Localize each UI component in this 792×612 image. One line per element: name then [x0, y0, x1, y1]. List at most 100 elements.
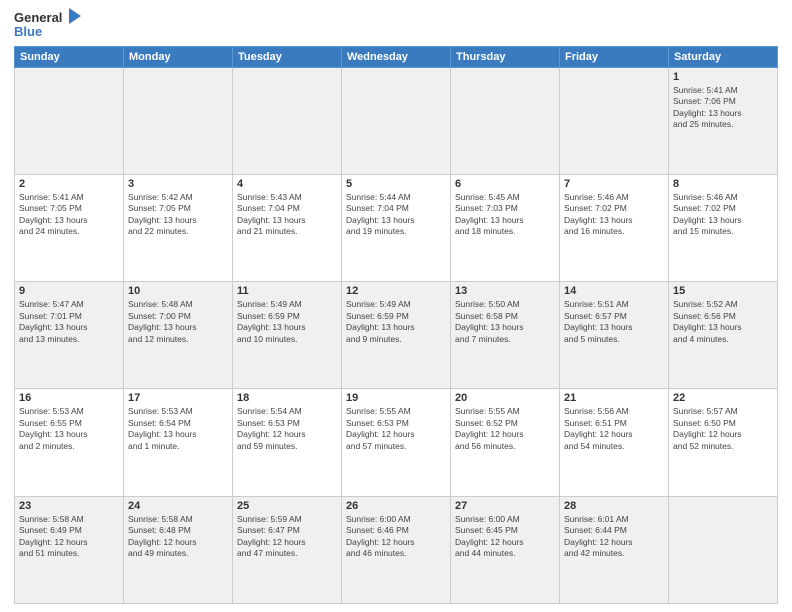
day-number: 20 — [455, 392, 555, 404]
day-number: 14 — [564, 285, 664, 297]
calendar-week-row: 1 Sunrise: 5:41 AM Sunset: 7:06 PM Daylig… — [15, 67, 778, 174]
calendar-cell: 22 Sunrise: 5:57 AM Sunset: 6:50 PM Dayli… — [669, 389, 778, 496]
logo-blue-text: Blue — [14, 25, 80, 39]
day-number: 17 — [128, 392, 228, 404]
header-wednesday: Wednesday — [342, 46, 451, 67]
calendar-cell: 24 Sunrise: 5:58 AM Sunset: 6:48 PM Dayli… — [124, 496, 233, 603]
calendar-cell — [342, 67, 451, 174]
day-info: Sunrise: 5:53 AM Sunset: 6:55 PM Dayligh… — [19, 406, 119, 452]
day-info: Sunrise: 5:59 AM Sunset: 6:47 PM Dayligh… — [237, 514, 337, 560]
calendar-week-row: 2 Sunrise: 5:41 AM Sunset: 7:05 PM Daylig… — [15, 174, 778, 281]
calendar-cell: 23Sunrise: 5:58 AM Sunset: 6:49 PM Dayli… — [15, 496, 124, 603]
day-number: 16 — [19, 392, 119, 404]
calendar-cell: 2 Sunrise: 5:41 AM Sunset: 7:05 PM Daylig… — [15, 174, 124, 281]
calendar-cell: 28 Sunrise: 6:01 AM Sunset: 6:44 PM Dayli… — [560, 496, 669, 603]
day-info: Sunrise: 5:41 AM Sunset: 7:06 PM Dayligh… — [673, 85, 773, 131]
day-number: 11 — [237, 285, 337, 297]
calendar-cell: 3 Sunrise: 5:42 AM Sunset: 7:05 PM Daylig… — [124, 174, 233, 281]
calendar-cell — [669, 496, 778, 603]
day-number: 2 — [19, 178, 119, 190]
calendar-cell: 13 Sunrise: 5:50 AM Sunset: 6:58 PM Dayli… — [451, 282, 560, 389]
day-info: Sunrise: 5:55 AM Sunset: 6:52 PM Dayligh… — [455, 406, 555, 452]
calendar-cell: 4 Sunrise: 5:43 AM Sunset: 7:04 PM Daylig… — [233, 174, 342, 281]
calendar-cell: 14 Sunrise: 5:51 AM Sunset: 6:57 PM Dayli… — [560, 282, 669, 389]
day-number: 15 — [673, 285, 773, 297]
day-info: Sunrise: 5:50 AM Sunset: 6:58 PM Dayligh… — [455, 299, 555, 345]
calendar-cell — [451, 67, 560, 174]
day-number: 4 — [237, 178, 337, 190]
day-number: 12 — [346, 285, 446, 297]
day-info: Sunrise: 5:48 AM Sunset: 7:00 PM Dayligh… — [128, 299, 228, 345]
page: General Blue Sunday Monday Tuesday Wedne… — [0, 0, 792, 612]
calendar-cell: 18 Sunrise: 5:54 AM Sunset: 6:53 PM Dayli… — [233, 389, 342, 496]
day-info: Sunrise: 6:01 AM Sunset: 6:44 PM Dayligh… — [564, 514, 664, 560]
header-sunday: Sunday — [15, 46, 124, 67]
day-info: Sunrise: 6:00 AM Sunset: 6:46 PM Dayligh… — [346, 514, 446, 560]
day-number: 22 — [673, 392, 773, 404]
day-info: Sunrise: 5:57 AM Sunset: 6:50 PM Dayligh… — [673, 406, 773, 452]
day-info: Sunrise: 5:42 AM Sunset: 7:05 PM Dayligh… — [128, 192, 228, 238]
day-number: 21 — [564, 392, 664, 404]
header: General Blue — [14, 10, 778, 40]
calendar-week-row: 9 Sunrise: 5:47 AM Sunset: 7:01 PM Daylig… — [15, 282, 778, 389]
day-number: 3 — [128, 178, 228, 190]
day-info: Sunrise: 5:46 AM Sunset: 7:02 PM Dayligh… — [564, 192, 664, 238]
day-number: 26 — [346, 500, 446, 512]
day-info: Sunrise: 5:43 AM Sunset: 7:04 PM Dayligh… — [237, 192, 337, 238]
calendar-cell: 17 Sunrise: 5:53 AM Sunset: 6:54 PM Dayli… — [124, 389, 233, 496]
day-number: 28 — [564, 500, 664, 512]
header-saturday: Saturday — [669, 46, 778, 67]
calendar-cell: 8 Sunrise: 5:46 AM Sunset: 7:02 PM Daylig… — [669, 174, 778, 281]
day-number: 27 — [455, 500, 555, 512]
day-number: 9 — [19, 285, 119, 297]
day-info: Sunrise: 5:58 AM Sunset: 6:48 PM Dayligh… — [128, 514, 228, 560]
day-info: Sunrise: 5:47 AM Sunset: 7:01 PM Dayligh… — [19, 299, 119, 345]
calendar-cell: 7 Sunrise: 5:46 AM Sunset: 7:02 PM Daylig… — [560, 174, 669, 281]
day-info: Sunrise: 5:45 AM Sunset: 7:03 PM Dayligh… — [455, 192, 555, 238]
day-number: 7 — [564, 178, 664, 190]
day-info: Sunrise: 5:52 AM Sunset: 6:56 PM Dayligh… — [673, 299, 773, 345]
calendar-cell: 19Sunrise: 5:55 AM Sunset: 6:53 PM Dayli… — [342, 389, 451, 496]
day-number: 13 — [455, 285, 555, 297]
calendar-cell — [15, 67, 124, 174]
day-number: 8 — [673, 178, 773, 190]
calendar-cell — [124, 67, 233, 174]
day-info: Sunrise: 5:54 AM Sunset: 6:53 PM Dayligh… — [237, 406, 337, 452]
calendar-cell: 5Sunrise: 5:44 AM Sunset: 7:04 PM Daylig… — [342, 174, 451, 281]
day-number: 1 — [673, 71, 773, 83]
day-number: 18 — [237, 392, 337, 404]
header-tuesday: Tuesday — [233, 46, 342, 67]
header-thursday: Thursday — [451, 46, 560, 67]
weekday-header-row: Sunday Monday Tuesday Wednesday Thursday… — [15, 46, 778, 67]
calendar-cell: 1 Sunrise: 5:41 AM Sunset: 7:06 PM Daylig… — [669, 67, 778, 174]
day-info: Sunrise: 5:46 AM Sunset: 7:02 PM Dayligh… — [673, 192, 773, 238]
calendar-cell: 15 Sunrise: 5:52 AM Sunset: 6:56 PM Dayli… — [669, 282, 778, 389]
day-info: Sunrise: 5:55 AM Sunset: 6:53 PM Dayligh… — [346, 406, 446, 452]
day-info: Sunrise: 5:53 AM Sunset: 6:54 PM Dayligh… — [128, 406, 228, 452]
day-info: Sunrise: 5:49 AM Sunset: 6:59 PM Dayligh… — [237, 299, 337, 345]
day-info: Sunrise: 5:44 AM Sunset: 7:04 PM Dayligh… — [346, 192, 446, 238]
calendar-cell: 27 Sunrise: 6:00 AM Sunset: 6:45 PM Dayli… — [451, 496, 560, 603]
calendar-cell: 16 Sunrise: 5:53 AM Sunset: 6:55 PM Dayli… — [15, 389, 124, 496]
logo: General Blue — [14, 10, 80, 40]
calendar-cell: 11 Sunrise: 5:49 AM Sunset: 6:59 PM Dayli… — [233, 282, 342, 389]
calendar-cell — [233, 67, 342, 174]
calendar-cell: 21Sunrise: 5:56 AM Sunset: 6:51 PM Dayli… — [560, 389, 669, 496]
calendar-cell: 26 Sunrise: 6:00 AM Sunset: 6:46 PM Dayli… — [342, 496, 451, 603]
calendar-cell: 6 Sunrise: 5:45 AM Sunset: 7:03 PM Daylig… — [451, 174, 560, 281]
calendar-cell — [560, 67, 669, 174]
calendar-cell: 12 Sunrise: 5:49 AM Sunset: 6:59 PM Dayli… — [342, 282, 451, 389]
day-info: Sunrise: 5:49 AM Sunset: 6:59 PM Dayligh… — [346, 299, 446, 345]
logo-general-text: General — [14, 10, 80, 25]
day-number: 24 — [128, 500, 228, 512]
day-info: Sunrise: 5:41 AM Sunset: 7:05 PM Dayligh… — [19, 192, 119, 238]
day-number: 10 — [128, 285, 228, 297]
day-info: Sunrise: 6:00 AM Sunset: 6:45 PM Dayligh… — [455, 514, 555, 560]
day-number: 6 — [455, 178, 555, 190]
calendar-cell: 25 Sunrise: 5:59 AM Sunset: 6:47 PM Dayli… — [233, 496, 342, 603]
calendar-cell: 20 Sunrise: 5:55 AM Sunset: 6:52 PM Dayli… — [451, 389, 560, 496]
day-number: 23 — [19, 500, 119, 512]
day-number: 25 — [237, 500, 337, 512]
header-monday: Monday — [124, 46, 233, 67]
day-info: Sunrise: 5:51 AM Sunset: 6:57 PM Dayligh… — [564, 299, 664, 345]
